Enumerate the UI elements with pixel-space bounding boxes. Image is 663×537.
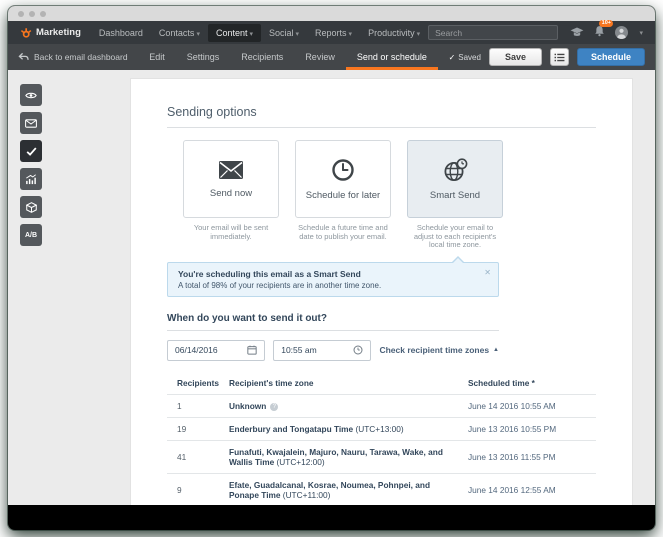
sidebar-item-done[interactable] bbox=[20, 140, 42, 162]
nav-item-content[interactable]: Content▾ bbox=[208, 24, 261, 42]
recipient-timezone-table: Recipients Recipient's time zone Schedul… bbox=[167, 371, 596, 506]
clock-icon bbox=[331, 158, 355, 182]
actions-menu-button[interactable] bbox=[550, 48, 569, 66]
saved-label: Saved bbox=[458, 53, 481, 62]
brand[interactable]: Marketing bbox=[20, 27, 81, 39]
user-avatar-icon bbox=[615, 26, 628, 39]
eye-icon bbox=[25, 91, 37, 100]
email-step-tabs: Edit Settings Recipients Review Send or … bbox=[138, 44, 438, 70]
sidebar-item-performance[interactable] bbox=[20, 168, 42, 190]
back-arrow-icon bbox=[18, 52, 29, 62]
card-captions: Your email will be sent immediately. Sch… bbox=[183, 224, 596, 250]
send-option-cards: Send now Schedule for later bbox=[183, 140, 596, 218]
card-label: Send now bbox=[210, 188, 252, 199]
ab-test-icon: A/B bbox=[25, 232, 37, 239]
sending-options-panel: Sending options Send now bbox=[130, 78, 633, 505]
sidebar-item-preview[interactable] bbox=[20, 84, 42, 106]
tab-settings[interactable]: Settings bbox=[176, 44, 231, 70]
table-row: 19 Enderbury and Tongatapu Time (UTC+13:… bbox=[167, 417, 596, 440]
calendar-icon bbox=[247, 345, 257, 355]
table-header-row: Recipients Recipient's time zone Schedul… bbox=[167, 371, 596, 394]
card-smart-send[interactable]: Smart Send bbox=[407, 140, 503, 218]
caret-down-icon: ▾ bbox=[349, 31, 353, 38]
send-time-heading: When do you want to send it out? bbox=[167, 313, 596, 324]
help-icon[interactable]: ? bbox=[270, 403, 278, 411]
card-schedule-for-later[interactable]: Schedule for later bbox=[295, 140, 391, 218]
card-caption: Your email will be sent immediately. bbox=[183, 224, 279, 250]
nav-item-social[interactable]: Social▾ bbox=[261, 24, 307, 42]
bar-chart-icon bbox=[25, 174, 37, 185]
macos-titlebar bbox=[8, 6, 655, 21]
avatar[interactable] bbox=[615, 26, 628, 39]
time-value: 10:55 am bbox=[281, 345, 316, 355]
checkmark-icon bbox=[26, 147, 37, 156]
envelope-icon bbox=[218, 160, 244, 180]
window-close-button[interactable] bbox=[18, 11, 24, 17]
window-zoom-button[interactable] bbox=[40, 11, 46, 17]
check-icon: ✓ bbox=[449, 53, 456, 62]
caret-down-icon: ▾ bbox=[296, 31, 300, 38]
nav-item-dashboard[interactable]: Dashboard bbox=[91, 24, 151, 42]
academy-cap-icon[interactable] bbox=[570, 27, 584, 38]
tab-edit[interactable]: Edit bbox=[138, 44, 176, 70]
list-icon bbox=[554, 53, 565, 62]
tab-send-or-schedule[interactable]: Send or schedule bbox=[346, 44, 438, 70]
col-timezone: Recipient's time zone bbox=[229, 378, 468, 388]
alert-title: You're scheduling this email as a Smart … bbox=[178, 269, 476, 279]
divider bbox=[167, 127, 596, 128]
col-recipients: Recipients bbox=[167, 378, 229, 388]
tab-recipients[interactable]: Recipients bbox=[230, 44, 294, 70]
notification-badge: 10+ bbox=[599, 20, 613, 28]
left-icon-rail: A/B bbox=[20, 84, 42, 246]
card-label: Smart Send bbox=[430, 190, 480, 201]
clock-icon bbox=[353, 345, 363, 355]
app-window: Marketing Dashboard Contacts▾ Content▾ S… bbox=[8, 6, 655, 530]
table-row: 1 Unknown? June 14 2016 10:55 AM bbox=[167, 394, 596, 417]
saved-status: ✓ Saved bbox=[449, 53, 481, 62]
account-caret-down-icon[interactable]: ▾ bbox=[639, 29, 643, 37]
triangle-up-icon: ▲ bbox=[493, 347, 499, 353]
check-recipient-time-zones-link[interactable]: Check recipient time zones ▲ bbox=[379, 345, 499, 355]
email-toolbar: Back to email dashboard Edit Settings Re… bbox=[8, 44, 655, 70]
alert-body: A total of 98% of your recipients are in… bbox=[178, 281, 476, 290]
divider bbox=[167, 330, 499, 331]
col-scheduled-time: Scheduled time * bbox=[468, 378, 596, 388]
brand-label: Marketing bbox=[36, 27, 81, 38]
time-field[interactable]: 10:55 am bbox=[273, 340, 371, 361]
sidebar-item-email[interactable] bbox=[20, 112, 42, 134]
nav-item-reports[interactable]: Reports▾ bbox=[307, 24, 360, 42]
table-row: 41 Funafuti, Kwajalein, Majuro, Nauru, T… bbox=[167, 440, 596, 473]
caret-down-icon: ▾ bbox=[249, 31, 253, 38]
caret-down-icon: ▾ bbox=[196, 31, 200, 38]
sidebar-item-ab-test[interactable]: A/B bbox=[20, 224, 42, 246]
card-caption: Schedule a future time and date to publi… bbox=[295, 224, 391, 250]
tab-review[interactable]: Review bbox=[294, 44, 346, 70]
envelope-icon bbox=[25, 119, 37, 128]
hubspot-sprocket-icon bbox=[20, 27, 32, 39]
caret-down-icon: ▾ bbox=[417, 31, 421, 38]
date-value: 06/14/2016 bbox=[175, 345, 218, 355]
globe-clock-icon bbox=[443, 158, 468, 182]
card-caption: Schedule your email to adjust to each re… bbox=[407, 224, 503, 250]
content-area: A/B Sending options Send now bbox=[8, 70, 655, 505]
schedule-button[interactable]: Schedule bbox=[577, 48, 645, 66]
window-minimize-button[interactable] bbox=[29, 11, 35, 17]
smart-send-alert: You're scheduling this email as a Smart … bbox=[167, 262, 499, 297]
save-button[interactable]: Save bbox=[489, 48, 542, 66]
date-field[interactable]: 06/14/2016 bbox=[167, 340, 265, 361]
card-send-now[interactable]: Send now bbox=[183, 140, 279, 218]
close-icon[interactable]: ✕ bbox=[484, 268, 491, 277]
send-time-inputs: 06/14/2016 10:55 am bbox=[167, 340, 499, 361]
table-row: 9 Efate, Guadalcanal, Kosrae, Noumea, Po… bbox=[167, 473, 596, 506]
card-label: Schedule for later bbox=[306, 190, 380, 201]
notifications-button[interactable]: 10+ bbox=[593, 24, 606, 42]
top-navbar: Marketing Dashboard Contacts▾ Content▾ S… bbox=[8, 21, 655, 44]
page-title: Sending options bbox=[167, 105, 596, 119]
sidebar-item-archive[interactable] bbox=[20, 196, 42, 218]
nav-item-contacts[interactable]: Contacts▾ bbox=[151, 24, 208, 42]
cube-icon bbox=[26, 202, 37, 213]
back-to-dashboard-link[interactable]: Back to email dashboard bbox=[18, 44, 128, 70]
nav-item-productivity[interactable]: Productivity▾ bbox=[360, 24, 428, 42]
search-input[interactable] bbox=[428, 25, 558, 40]
